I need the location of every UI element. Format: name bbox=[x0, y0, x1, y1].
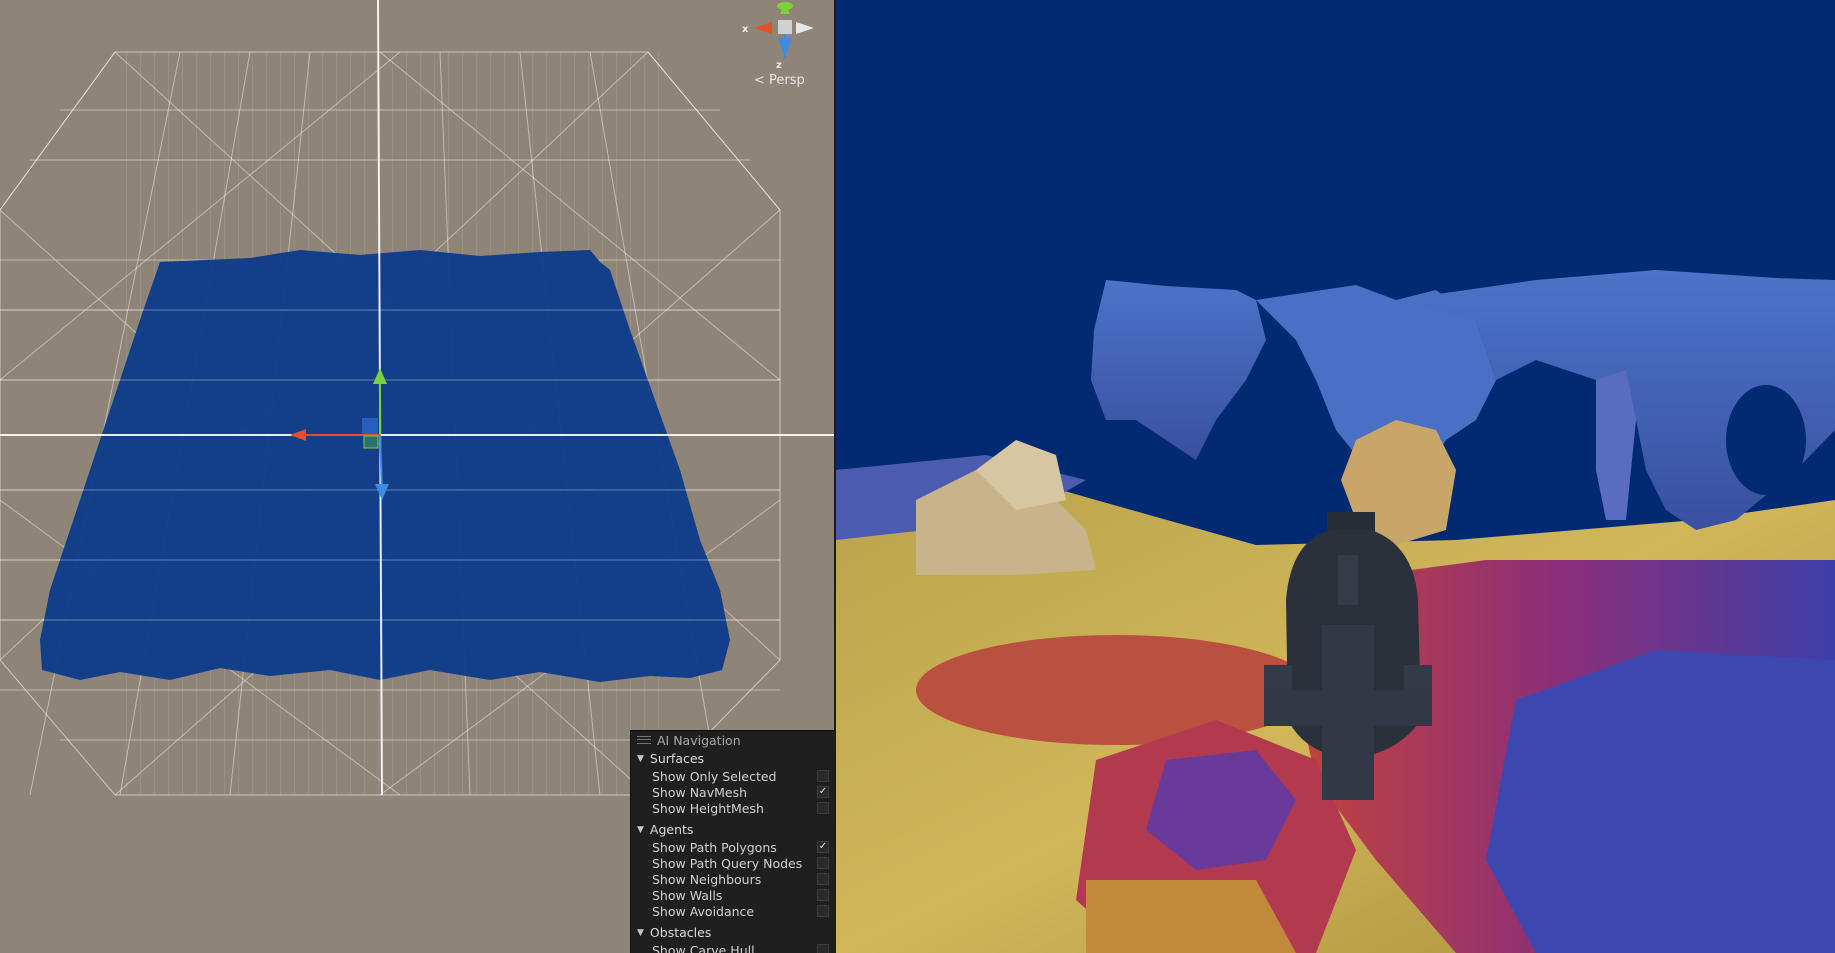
toggle-label: Show Neighbours bbox=[652, 871, 762, 887]
ai-navigation-sections: ▼ Surfaces Show Only Selected Show NavMesh ✓… bbox=[631, 749, 834, 953]
section-label: Surfaces bbox=[649, 751, 705, 766]
checkmark-icon: ✓ bbox=[818, 786, 828, 797]
toggle-checkbox[interactable]: ✓ bbox=[817, 841, 829, 853]
toggle-checkbox[interactable] bbox=[817, 889, 829, 901]
section-label: Agents bbox=[649, 822, 694, 837]
toggle-row[interactable]: Show Only Selected bbox=[631, 768, 834, 784]
drag-handle-icon[interactable] bbox=[637, 736, 651, 744]
ai-navigation-overlay: AI Navigation ▼ Surfaces Show Only Selecte… bbox=[630, 730, 834, 953]
toggle-label: Show HeightMesh bbox=[652, 800, 764, 816]
toggle-row[interactable]: Show Path Query Nodes bbox=[631, 855, 834, 871]
toggle-row[interactable]: Show Avoidance bbox=[631, 903, 834, 919]
toggle-label: Show Avoidance bbox=[652, 903, 755, 919]
projection-label: Persp bbox=[769, 73, 805, 88]
z-axis-label: z bbox=[776, 60, 782, 71]
section-header-agents[interactable]: ▼ Agents bbox=[631, 820, 834, 839]
triangle-down-icon[interactable]: ▼ bbox=[637, 928, 644, 938]
toggle-row[interactable]: Show HeightMesh bbox=[631, 800, 834, 816]
scene-view[interactable]: x z < Persp AI Navigation ▼ Surfaces Show … bbox=[0, 0, 834, 953]
checkmark-icon: ✓ bbox=[818, 841, 828, 852]
toggle-label: Show NavMesh bbox=[652, 784, 748, 800]
ai-navigation-title: AI Navigation bbox=[657, 732, 741, 748]
section-label: Obstacles bbox=[649, 925, 712, 940]
section-header-obstacles[interactable]: ▼ Obstacles bbox=[631, 923, 834, 942]
toggle-checkbox[interactable] bbox=[817, 770, 829, 782]
toggle-label: Show Carve Hull bbox=[652, 942, 755, 953]
projection-toggle[interactable]: < Persp bbox=[754, 73, 805, 88]
toggle-label: Show Path Query Nodes bbox=[652, 855, 803, 871]
toggle-label: Show Path Polygons bbox=[652, 839, 777, 855]
toggle-checkbox[interactable]: ✓ bbox=[817, 786, 829, 798]
toggle-checkbox[interactable] bbox=[817, 905, 829, 917]
section-header-surfaces[interactable]: ▼ Surfaces bbox=[631, 749, 834, 768]
ai-navigation-header[interactable]: AI Navigation bbox=[631, 731, 834, 749]
toggle-checkbox[interactable] bbox=[817, 802, 829, 814]
toggle-row[interactable]: Show NavMesh ✓ bbox=[631, 784, 834, 800]
game-scene bbox=[836, 270, 1835, 953]
toggle-row[interactable]: Show Neighbours bbox=[631, 871, 834, 887]
chevron-left-icon: < bbox=[754, 73, 765, 88]
toggle-label: Show Walls bbox=[652, 887, 723, 903]
toggle-row[interactable]: Show Path Polygons ✓ bbox=[631, 839, 834, 855]
toggle-checkbox[interactable] bbox=[817, 944, 829, 953]
toggle-checkbox[interactable] bbox=[817, 873, 829, 885]
triangle-down-icon[interactable]: ▼ bbox=[637, 825, 644, 835]
toggle-checkbox[interactable] bbox=[817, 857, 829, 869]
toggle-label: Show Only Selected bbox=[652, 768, 777, 784]
triangle-down-icon[interactable]: ▼ bbox=[637, 754, 644, 764]
toggle-row[interactable]: Show Walls bbox=[631, 887, 834, 903]
game-view[interactable] bbox=[836, 0, 1835, 953]
toggle-row[interactable]: Show Carve Hull bbox=[631, 942, 834, 953]
x-axis-label: x bbox=[742, 24, 749, 35]
